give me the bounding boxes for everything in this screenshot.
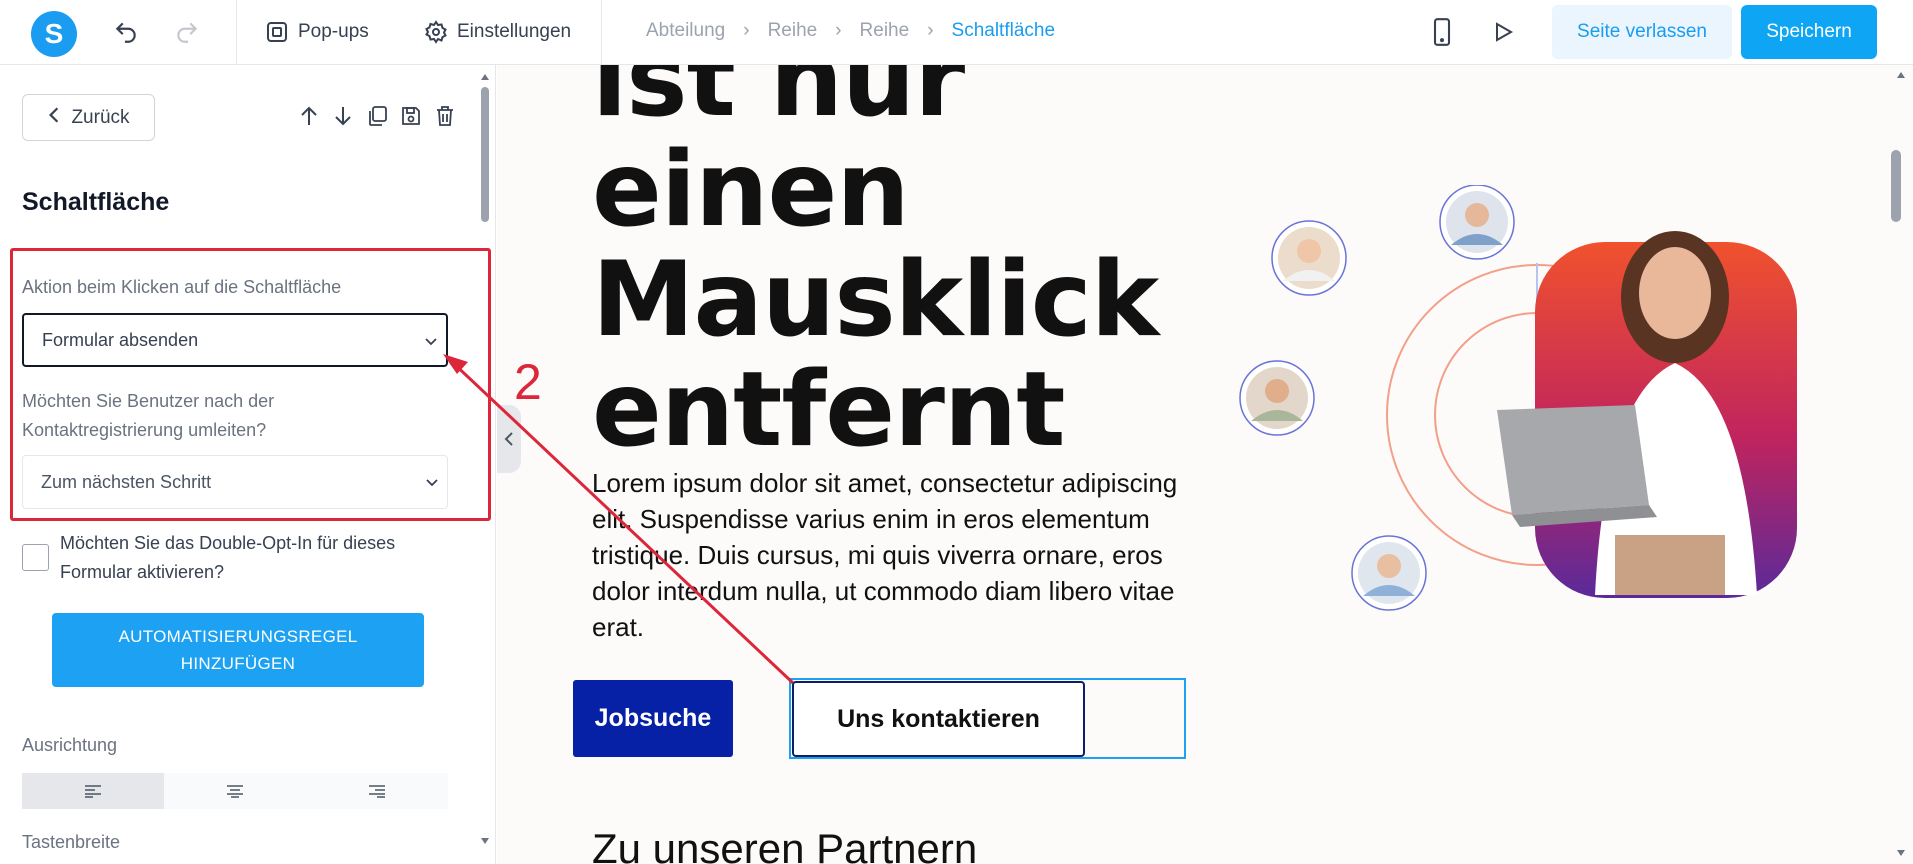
- hero-heading-line[interactable]: ist nur: [592, 65, 965, 135]
- redo-icon[interactable]: [172, 17, 202, 47]
- chevron-left-icon: [47, 106, 61, 130]
- automation-label-line: HINZUFÜGEN: [180, 654, 296, 673]
- avatar: [1239, 360, 1315, 436]
- trash-icon[interactable]: [432, 103, 458, 129]
- job-search-button[interactable]: Jobsuche: [573, 680, 733, 757]
- automation-label-line: AUTOMATISIERUNGSREGEL: [118, 627, 358, 646]
- double-opt-in-checkbox[interactable]: [22, 544, 49, 571]
- annotation-step-number: 2: [514, 354, 542, 410]
- annotation-highlight-box: [10, 248, 491, 521]
- align-left-icon[interactable]: [22, 773, 164, 809]
- settings-label: Einstellungen: [457, 21, 572, 42]
- avatar: [1439, 185, 1515, 260]
- button-width-label: Tastenbreite: [22, 832, 121, 852]
- properties-sidebar: Zurück Schaltfläche Aktion beim Klicken …: [0, 65, 496, 864]
- back-button[interactable]: Zurück: [22, 94, 155, 141]
- chevron-right-icon: ›: [835, 20, 842, 41]
- hero-illustration[interactable]: [1237, 185, 1857, 705]
- popup-icon: [267, 22, 287, 42]
- undo-icon[interactable]: [111, 17, 141, 47]
- play-icon[interactable]: [1488, 17, 1518, 47]
- save-template-icon[interactable]: [398, 103, 424, 129]
- scroll-up-icon[interactable]: [478, 71, 492, 83]
- hero-heading-line[interactable]: entfernt: [592, 355, 1065, 465]
- scroll-down-icon[interactable]: [1894, 847, 1908, 859]
- hero-heading-line[interactable]: Mausklick: [592, 245, 1159, 355]
- scroll-down-icon[interactable]: [478, 835, 492, 847]
- breadcrumb-item[interactable]: Reihe: [860, 20, 910, 42]
- arrow-up-icon[interactable]: [296, 103, 322, 129]
- breadcrumb-item[interactable]: Abteilung: [646, 20, 725, 42]
- double-opt-in-label: Möchten Sie das Double-Opt-In für dieses…: [60, 529, 460, 587]
- double-opt-in-label-line: Formular aktivieren?: [60, 562, 225, 582]
- gear-icon: [425, 20, 447, 44]
- hero-paragraph[interactable]: Lorem ipsum dolor sit amet, consectetur …: [592, 465, 1182, 645]
- leave-page-button[interactable]: Seite verlassen: [1552, 5, 1732, 59]
- align-center-icon[interactable]: [164, 773, 306, 809]
- save-button[interactable]: Speichern: [1741, 5, 1877, 59]
- hero-heading-line[interactable]: einen: [592, 135, 910, 245]
- align-right-icon[interactable]: [306, 773, 448, 809]
- app-logo[interactable]: S: [31, 11, 77, 57]
- avatar: [1271, 220, 1347, 296]
- chevron-left-icon: [504, 432, 513, 446]
- alignment-label: Ausrichtung: [22, 735, 118, 755]
- partners-heading[interactable]: Zu unseren Partnern: [592, 825, 977, 864]
- canvas-scroll-thumb[interactable]: [1891, 150, 1901, 222]
- breadcrumb-item[interactable]: Reihe: [768, 20, 818, 42]
- back-label: Zurück: [71, 106, 130, 128]
- popups-label: Pop-ups: [298, 21, 369, 42]
- panel-title: Schaltfläche: [22, 188, 170, 216]
- toolbar-divider: [236, 0, 237, 64]
- contact-button[interactable]: Uns kontaktieren: [792, 681, 1085, 757]
- scroll-up-icon[interactable]: [1894, 69, 1908, 81]
- arrow-down-icon[interactable]: [330, 103, 356, 129]
- alignment-toggle-group: [22, 773, 448, 809]
- breadcrumb: Abteilung › Reihe › Reihe › Schaltfläche: [646, 20, 1055, 42]
- mobile-preview-icon[interactable]: [1427, 17, 1457, 47]
- copy-icon[interactable]: [364, 103, 390, 129]
- chevron-right-icon: ›: [927, 20, 934, 41]
- breadcrumb-item-current[interactable]: Schaltfläche: [952, 20, 1056, 42]
- chevron-right-icon: ›: [743, 20, 750, 41]
- settings-button[interactable]: Einstellungen: [424, 14, 571, 50]
- sidebar-scroll-thumb[interactable]: [481, 87, 489, 222]
- popups-button[interactable]: Pop-ups: [265, 14, 369, 50]
- double-opt-in-label-line: Möchten Sie das Double-Opt-In für dieses: [60, 533, 396, 553]
- toolbar-divider: [601, 0, 602, 64]
- add-automation-rule-button[interactable]: AUTOMATISIERUNGSREGEL HINZUFÜGEN: [52, 613, 424, 687]
- page-canvas: ist nur einen Mausklick entfernt Lorem i…: [497, 65, 1913, 864]
- collapse-sidebar-button[interactable]: [497, 405, 521, 473]
- top-toolbar: S Pop-ups Einstellungen Abteilung › Reih…: [0, 0, 1913, 65]
- avatar: [1351, 535, 1427, 611]
- element-tools: [296, 103, 458, 129]
